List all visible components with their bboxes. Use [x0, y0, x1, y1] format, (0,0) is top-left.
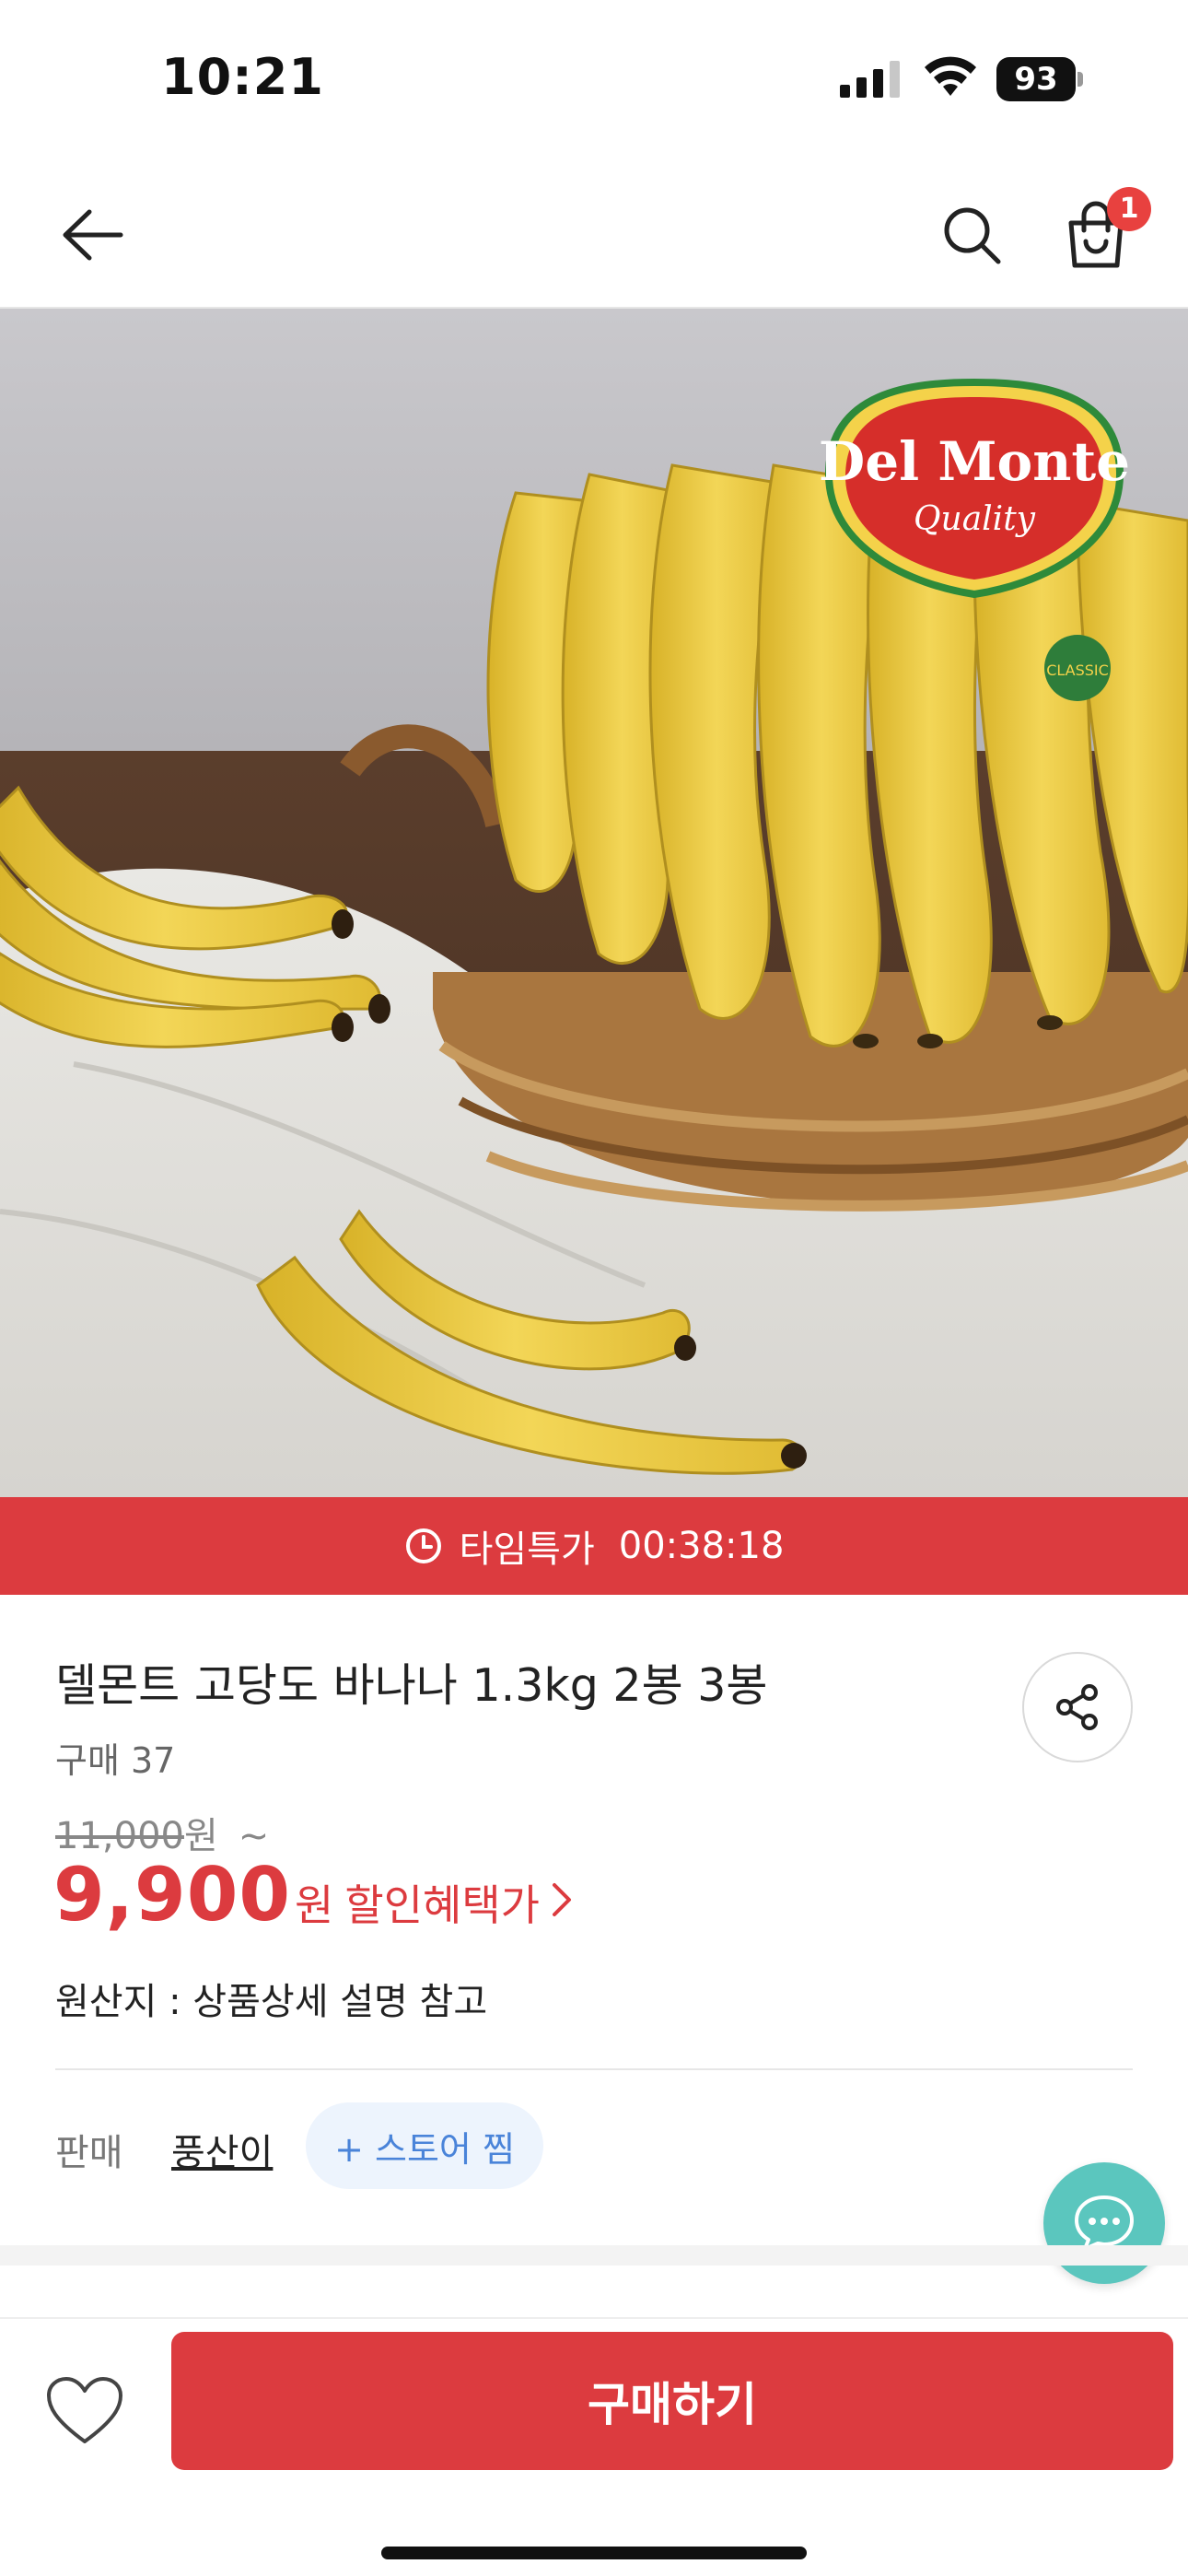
- search-button[interactable]: [926, 189, 1018, 281]
- product-title: 델몬트 고당도 바나나 1.3kg 2봉 3봉: [55, 1659, 768, 1712]
- chat-bubble-icon: [1075, 2195, 1134, 2251]
- wifi-icon: [925, 56, 976, 96]
- sale-price: 9,900 원 할인혜택가: [53, 1852, 575, 1938]
- store-favorite-button[interactable]: + 스토어 찜: [306, 2102, 543, 2189]
- cellular-signal-icon: [840, 61, 900, 98]
- classic-sticker: CLASSIC: [1044, 635, 1111, 701]
- top-navigation: 1: [0, 157, 1188, 309]
- sale-price-value: 9,900: [53, 1852, 292, 1938]
- share-button[interactable]: [1022, 1652, 1133, 1762]
- back-button[interactable]: [46, 189, 138, 281]
- seller-name-link[interactable]: 풍산이: [171, 2123, 273, 2176]
- battery-level: 93: [1014, 61, 1058, 98]
- share-icon: [1056, 1684, 1098, 1730]
- banana-basket-photo: Del Monte Quality CLASSIC: [0, 309, 1188, 1497]
- wishlist-button[interactable]: [39, 2365, 131, 2457]
- bottom-action-bar: 구매하기: [0, 2317, 1188, 2576]
- time-deal-label: 타임특가: [459, 1528, 595, 1571]
- chevron-right-icon: [552, 1883, 571, 1916]
- cart-count-badge: 1: [1107, 187, 1151, 231]
- product-image[interactable]: Del Monte Quality CLASSIC: [0, 309, 1188, 1497]
- heart-icon: [47, 2377, 122, 2443]
- purchase-count: 구매 37: [55, 1740, 176, 1781]
- svg-text:Del Monte: Del Monte: [819, 430, 1130, 493]
- sale-price-unit: 원: [295, 1880, 334, 1930]
- arrow-left-icon: [63, 209, 123, 261]
- status-time: 10:21: [161, 48, 324, 106]
- seller-label: 판매: [55, 2132, 123, 2174]
- buy-button[interactable]: 구매하기: [171, 2332, 1173, 2470]
- status-bar: 10:21 93: [0, 0, 1188, 157]
- origin-info: 원산지 : 상품상세 설명 참고: [55, 1981, 488, 2023]
- time-deal-banner: 타임특가 00:38:18: [0, 1497, 1188, 1595]
- svg-text:CLASSIC: CLASSIC: [1046, 662, 1109, 679]
- section-separator: [0, 2245, 1188, 2266]
- clock-icon: [405, 1528, 441, 1563]
- cart-button[interactable]: 1: [1050, 187, 1151, 281]
- time-deal-countdown: 00:38:18: [618, 1525, 785, 1567]
- chat-button[interactable]: [1043, 2162, 1165, 2284]
- svg-text:Quality: Quality: [914, 500, 1036, 538]
- home-indicator: [381, 2547, 807, 2559]
- divider: [55, 2068, 1133, 2070]
- search-icon: [944, 207, 1001, 264]
- battery-icon: 93: [996, 57, 1085, 101]
- discount-benefit-link[interactable]: 할인혜택가: [344, 1872, 540, 1933]
